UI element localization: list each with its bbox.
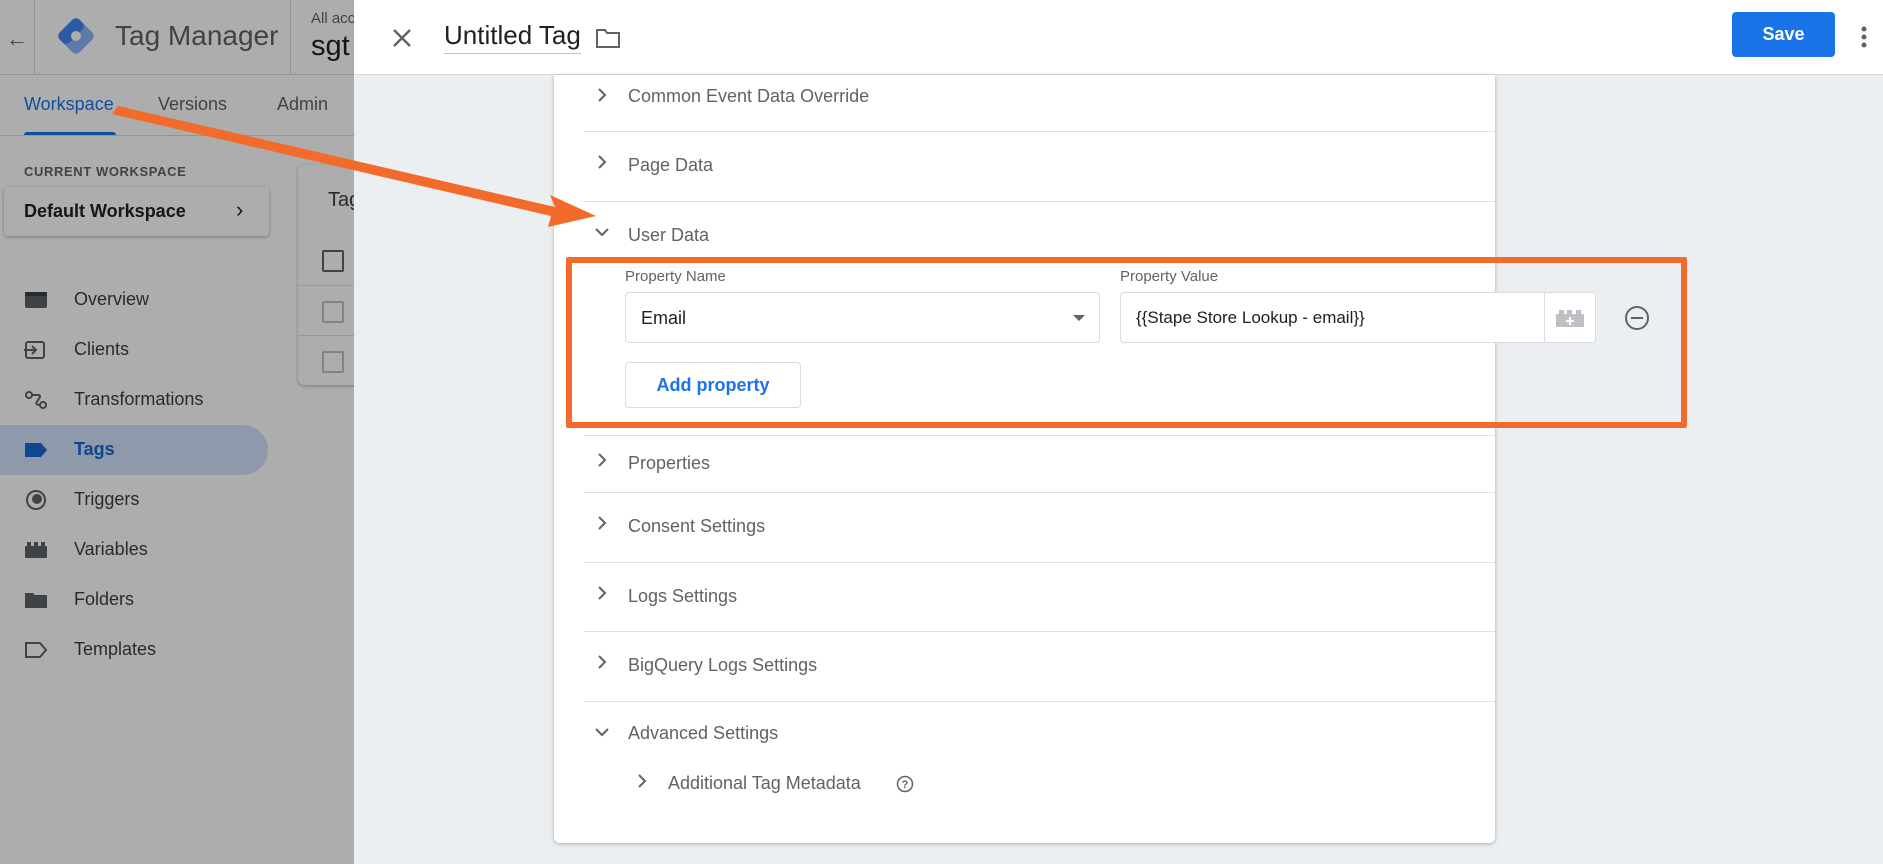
chevron-right-icon	[598, 88, 607, 102]
section-label: Consent Settings	[628, 516, 766, 536]
close-button[interactable]	[384, 20, 420, 56]
chevron-right-icon	[598, 586, 607, 600]
section-consent-settings[interactable]: Consent Settings	[584, 493, 1495, 563]
section-additional-tag-metadata[interactable]: Additional Tag Metadata ?	[624, 756, 1224, 816]
dropdown-arrow-icon	[1073, 315, 1085, 321]
section-properties[interactable]: Properties	[584, 435, 1495, 493]
property-name-value: Email	[641, 308, 687, 328]
insert-variable-button[interactable]	[1544, 293, 1595, 342]
section-page-data[interactable]: Page Data	[584, 132, 1495, 202]
section-label: User Data	[628, 225, 710, 245]
tag-name-input[interactable]: Untitled Tag	[444, 20, 581, 54]
chevron-right-icon	[598, 155, 607, 169]
add-property-button[interactable]: Add property	[625, 362, 801, 408]
section-label: Additional Tag Metadata	[668, 773, 861, 793]
section-label: BigQuery Logs Settings	[628, 655, 818, 675]
section-user-data[interactable]: User Data	[584, 202, 1495, 245]
property-value-label: Property Value	[1120, 268, 1219, 285]
chevron-down-icon	[595, 228, 609, 237]
property-value-text: {{Stape Store Lookup - email}}	[1136, 308, 1365, 327]
help-icon[interactable]: ?	[896, 775, 914, 793]
section-advanced-settings[interactable]: Advanced Settings	[584, 702, 1495, 756]
section-label: Properties	[628, 453, 711, 473]
close-icon	[393, 29, 411, 47]
save-button[interactable]: Save	[1732, 12, 1835, 57]
property-value-input[interactable]: {{Stape Store Lookup - email}}	[1120, 292, 1596, 343]
more-options-button[interactable]	[1854, 17, 1874, 57]
tag-configuration-card: Common Event Data Override Page Data Use…	[554, 75, 1649, 843]
section-bigquery-logs-settings[interactable]: BigQuery Logs Settings	[584, 632, 1495, 702]
section-common-event-data-override[interactable]: Common Event Data Override	[584, 75, 1495, 132]
panel-header: Untitled Tag Save	[354, 0, 1883, 75]
section-logs-settings[interactable]: Logs Settings	[584, 563, 1495, 632]
remove-row-button[interactable]	[1619, 300, 1655, 336]
remove-circle-icon	[1625, 306, 1649, 330]
folder-icon	[596, 29, 620, 48]
property-name-label: Property Name	[625, 268, 726, 285]
chevron-right-icon	[638, 774, 647, 788]
chevron-right-icon	[598, 655, 607, 669]
more-vert-icon	[1861, 26, 1867, 48]
chevron-down-icon	[595, 728, 609, 737]
choose-folder-button[interactable]	[590, 20, 626, 56]
svg-text:?: ?	[902, 779, 909, 791]
tag-editor-panel: Untitled Tag Save Common Event Data Over…	[354, 0, 1883, 864]
property-name-select[interactable]: Email	[625, 292, 1100, 343]
chevron-right-icon	[598, 516, 607, 530]
chevron-right-icon	[598, 453, 607, 467]
section-label: Common Event Data Override	[628, 86, 870, 106]
section-label: Page Data	[628, 155, 714, 175]
section-label: Advanced Settings	[628, 723, 779, 743]
variable-block-icon	[1556, 309, 1584, 327]
section-label: Logs Settings	[628, 586, 738, 606]
